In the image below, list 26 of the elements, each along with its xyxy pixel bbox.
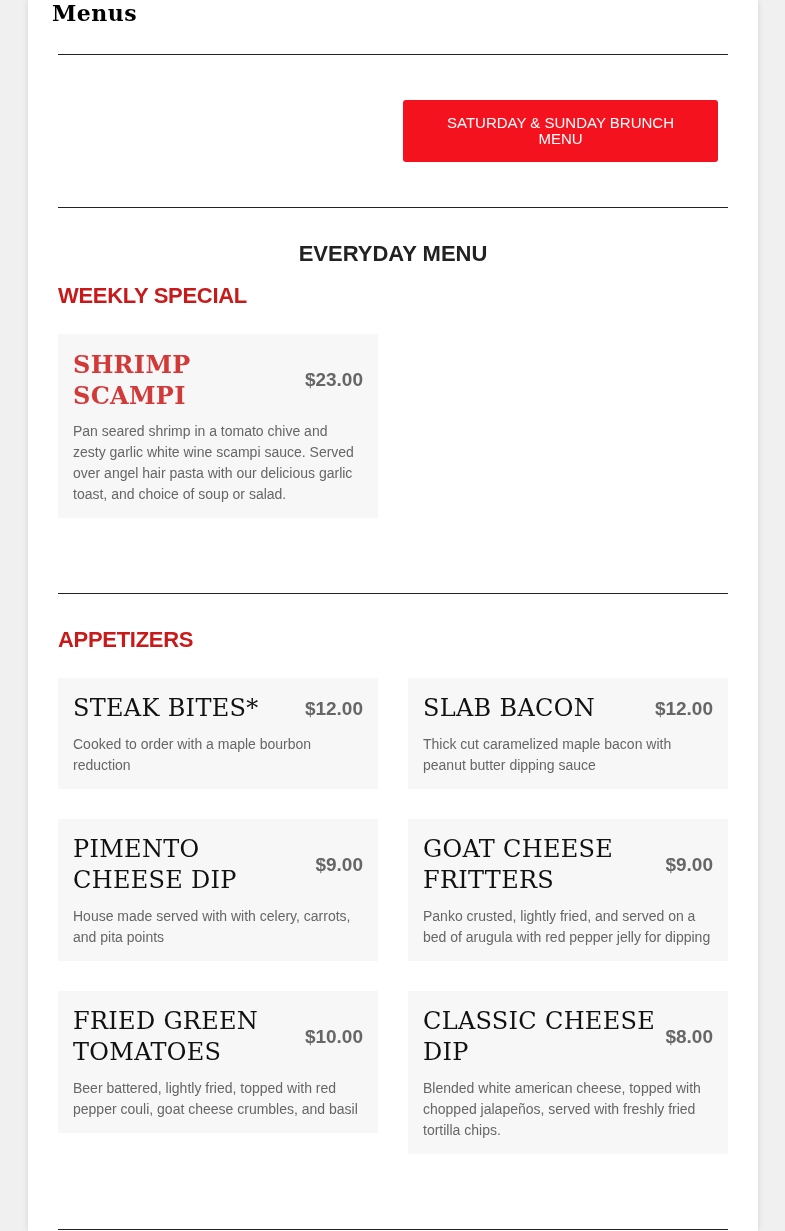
dish-price: $12.00 [304,697,363,720]
dish-price: $10.00 [304,1026,363,1048]
dish-description: Cooked to order with a maple bourbon reduction [73,735,313,775]
dish-name: GOAT CHEESE FRITTERS [423,834,615,896]
menu-title: EVERYDAY MENU [297,240,489,268]
dish-name: SLAB BACON [423,693,596,724]
dish-description: Beer battered, lightly fried, topped with red pepper couli, goat cheese crumbles, and basil [73,1079,359,1119]
dish-price: $9.00 [665,854,713,876]
dish-description: Panko crusted, lightly fried, and served on a bed of arugula with red pepper jelly for dipping [423,907,712,947]
page-title: Menus [52,0,139,26]
section-heading: WEEKLY SPECIAL [58,282,248,310]
dish-name: PIMENTO CHEESE DIP [73,834,238,896]
dish-price: $9.00 [315,854,363,876]
dish-description: Thick cut caramelized maple bacon with peanut butter dipping sauce [423,735,673,775]
dish-name: CLASSIC CHEESE DIP [423,1006,656,1068]
dish-price: $8.00 [665,1026,713,1048]
dish-description: House made served with with celery, carrots, and pita points [73,907,352,947]
dish-price: $12.00 [654,697,713,720]
dish-name: SHRIMP SCAMPI [73,349,192,411]
brunch-menu-button[interactable]: SATURDAY & SUNDAY BRUNCH MENU [403,100,718,162]
dish-name: STEAK BITES* [73,693,260,724]
dish-name: FRIED GREEN TOMATOES [73,1006,260,1068]
dish-price: $23.00 [304,369,363,391]
dish-description: Pan seared shrimp in a tomato chive and zesty garlic white wine scampi sauce. Served over angel hair pasta with our delicious garlic toast, and choice of soup or salad. [73,422,355,504]
section-heading: APPETIZERS [58,626,195,654]
dish-description: Blended white american cheese, topped with chopped jalapeños, served with freshly fried tortilla chips. [423,1079,702,1140]
